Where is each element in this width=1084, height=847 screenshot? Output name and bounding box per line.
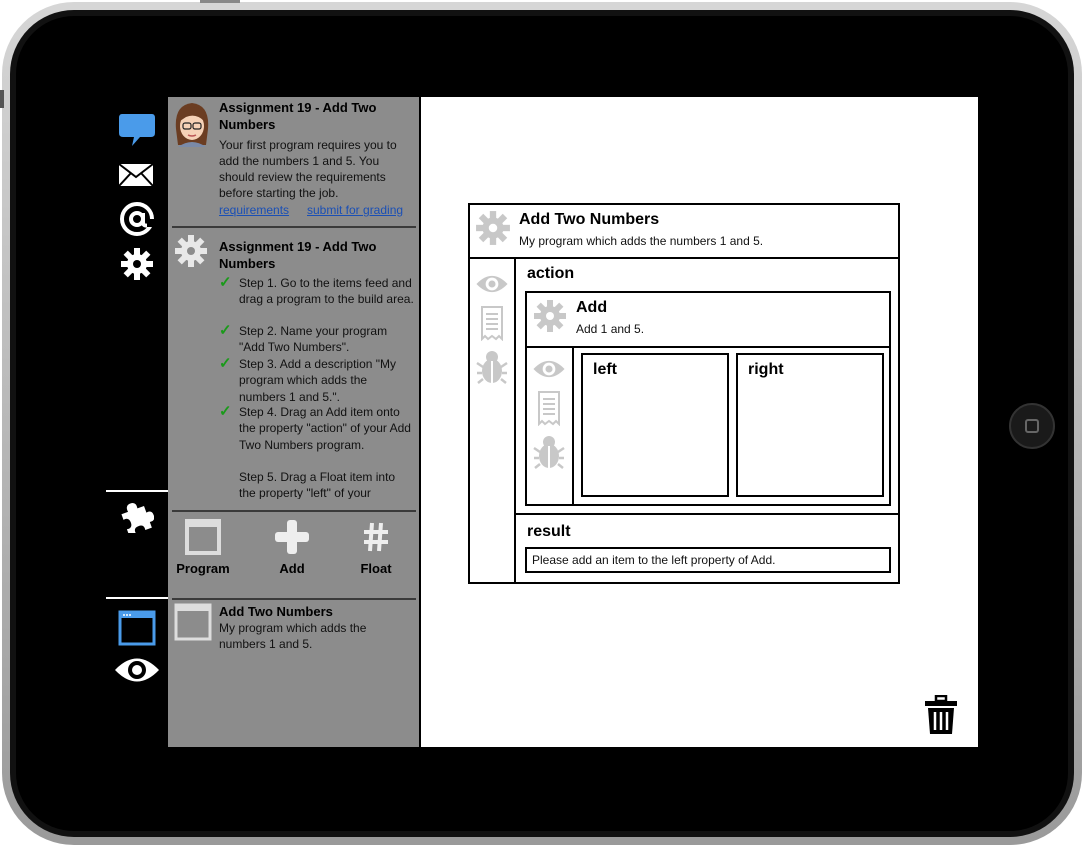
checkmark-icon: ✓ [219, 275, 232, 291]
palette-item-float[interactable]: Float [341, 517, 411, 582]
requirements-link[interactable]: requirements [219, 203, 289, 217]
panel-divider [172, 598, 416, 600]
list-item-title: Add Two Numbers [219, 604, 333, 619]
chat-title: Assignment 19 - Add Two Numbers [219, 100, 377, 132]
hash-icon [364, 522, 388, 552]
task-step: Step 5. Drag a Float item into the prope… [239, 470, 396, 499]
list-item[interactable]: Add Two Numbers My program which adds th… [172, 603, 416, 663]
volume-button [0, 90, 4, 108]
checkmark-icon: ✓ [219, 322, 232, 339]
program-title[interactable]: Add Two Numbers [519, 211, 659, 229]
task-list: Step 1. Go to the items feed and drag a … [219, 275, 415, 499]
gear-icon[interactable] [120, 247, 154, 281]
bug-icon[interactable] [532, 434, 566, 470]
panel-divider [172, 226, 416, 228]
palette-item-add[interactable]: Add [257, 517, 327, 582]
card-divider [470, 257, 898, 259]
action-label: action [527, 265, 575, 282]
chat-bubble-icon[interactable] [118, 111, 156, 147]
program-card[interactable]: Add Two Numbers My program which adds th… [468, 203, 900, 584]
bug-icon[interactable] [475, 349, 509, 385]
task-step: Step 2. Name your program "Add Two Numbe… [239, 324, 388, 355]
right-label: right [748, 361, 784, 378]
window-icon[interactable] [118, 610, 156, 646]
checkmark-icon: ✓ [219, 403, 232, 420]
result-field: Please add an item to the left property … [525, 547, 891, 573]
left-icon-bar [106, 97, 168, 747]
home-button[interactable] [1009, 403, 1055, 449]
sidebar-divider [106, 597, 168, 599]
panel-separator [419, 97, 421, 747]
checkmark-icon: ✓ [219, 355, 232, 372]
gear-icon [534, 300, 566, 332]
tasks-title: Assignment 19 - Add Two Numbers [219, 239, 377, 271]
card-divider [514, 257, 516, 582]
submit-for-grading-link[interactable]: submit for grading [307, 203, 403, 217]
list-item-description: My program which adds the numbers 1 and … [219, 621, 367, 651]
eye-icon[interactable] [474, 272, 510, 296]
screen: Assignment 19 - Add Two Numbers Your fir… [106, 97, 978, 747]
left-label: left [593, 361, 617, 378]
envelope-icon[interactable] [118, 163, 154, 187]
chat-message: Your first program requires you to add t… [219, 138, 397, 200]
window-icon [174, 603, 212, 641]
gear-icon [476, 211, 510, 245]
palette-item-program[interactable]: Program [168, 517, 238, 582]
palette-label: Program [176, 561, 230, 576]
program-description[interactable]: My program which adds the numbers 1 and … [519, 234, 763, 248]
right-property-slot[interactable]: right [736, 353, 884, 497]
plus-icon [275, 520, 309, 554]
card-divider [527, 346, 889, 348]
task-step: Step 3. Add a description "My program wh… [239, 357, 397, 404]
power-button [200, 0, 240, 3]
side-panel: Assignment 19 - Add Two Numbers Your fir… [168, 97, 419, 747]
palette-label: Float [360, 561, 392, 576]
gear-icon [175, 235, 207, 267]
result-label: result [527, 523, 571, 540]
add-item-title[interactable]: Add [576, 299, 607, 317]
add-item[interactable]: Add Add 1 and 5. left right [525, 291, 891, 506]
puzzle-icon[interactable] [120, 499, 154, 533]
trash-icon[interactable] [923, 695, 959, 735]
at-sign-icon[interactable] [119, 201, 155, 237]
eye-icon[interactable] [531, 357, 567, 381]
card-divider [514, 513, 898, 515]
add-item-description[interactable]: Add 1 and 5. [576, 322, 644, 336]
task-step: Step 4. Drag an Add item onto the proper… [239, 405, 411, 452]
panel-divider [172, 510, 416, 512]
result-value: Please add an item to the left property … [532, 553, 776, 567]
window-icon [185, 519, 221, 555]
card-divider [572, 346, 574, 504]
palette-label: Add [279, 561, 305, 576]
sidebar-divider [106, 490, 168, 492]
receipt-icon[interactable] [479, 305, 505, 341]
avatar [172, 99, 212, 147]
eye-icon[interactable] [113, 653, 161, 687]
left-property-slot[interactable]: left [581, 353, 729, 497]
task-step: Step 1. Go to the items feed and drag a … [239, 276, 414, 307]
receipt-icon[interactable] [536, 390, 562, 426]
